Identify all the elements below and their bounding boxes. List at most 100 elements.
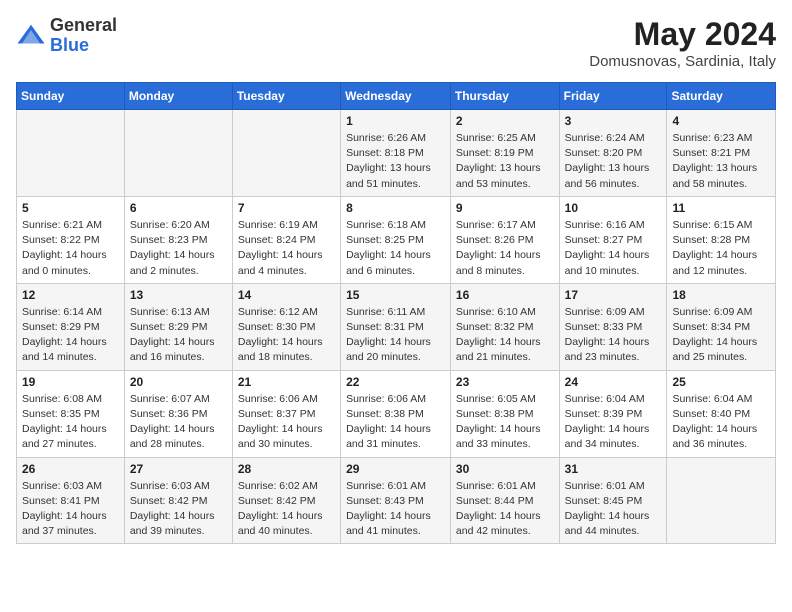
calendar-cell [124, 110, 232, 197]
day-info: Sunrise: 6:01 AM Sunset: 8:44 PM Dayligh… [456, 479, 554, 540]
calendar-cell: 30Sunrise: 6:01 AM Sunset: 8:44 PM Dayli… [450, 457, 559, 544]
calendar-cell: 23 Sunrise: 6:05 AM Sunset: 8:38 PM Dayli… [450, 370, 559, 457]
calendar-week-row: 5 Sunrise: 6:21 AM Sunset: 8:22 PM Daylig… [17, 196, 776, 283]
calendar-cell [667, 457, 776, 544]
day-info: Sunrise: 6:18 AM Sunset: 8:25 PM Dayligh… [346, 218, 445, 279]
calendar-cell: 22Sunrise: 6:06 AM Sunset: 8:38 PM Dayli… [341, 370, 451, 457]
calendar-cell [232, 110, 340, 197]
calendar-cell: 19Sunrise: 6:08 AM Sunset: 8:35 PM Dayli… [17, 370, 125, 457]
calendar-cell: 27 Sunrise: 6:03 AM Sunset: 8:42 PM Dayli… [124, 457, 232, 544]
day-info: Sunrise: 6:25 AM Sunset: 8:19 PM Dayligh… [456, 131, 554, 192]
calendar-cell: 11 Sunrise: 6:15 AM Sunset: 8:28 PM Dayli… [667, 196, 776, 283]
weekday-header: Wednesday [341, 83, 451, 110]
day-info: Sunrise: 6:15 AM Sunset: 8:28 PM Dayligh… [672, 218, 770, 279]
day-info: Sunrise: 6:23 AM Sunset: 8:21 PM Dayligh… [672, 131, 770, 192]
day-number: 15 [346, 288, 445, 302]
calendar-cell: 12 Sunrise: 6:14 AM Sunset: 8:29 PM Dayli… [17, 283, 125, 370]
logo-icon [16, 21, 46, 51]
day-info: Sunrise: 6:09 AM Sunset: 8:33 PM Dayligh… [565, 305, 662, 366]
day-info: Sunrise: 6:14 AM Sunset: 8:29 PM Dayligh… [22, 305, 119, 366]
calendar-cell: 5 Sunrise: 6:21 AM Sunset: 8:22 PM Daylig… [17, 196, 125, 283]
day-info: Sunrise: 6:04 AM Sunset: 8:39 PM Dayligh… [565, 392, 662, 453]
calendar-cell: 28 Sunrise: 6:02 AM Sunset: 8:42 PM Dayli… [232, 457, 340, 544]
day-number: 4 [672, 114, 770, 128]
title-month: May 2024 [589, 16, 776, 53]
calendar-week-row: 12 Sunrise: 6:14 AM Sunset: 8:29 PM Dayli… [17, 283, 776, 370]
day-info: Sunrise: 6:01 AM Sunset: 8:45 PM Dayligh… [565, 479, 662, 540]
day-number: 23 [456, 375, 554, 389]
calendar-cell: 31Sunrise: 6:01 AM Sunset: 8:45 PM Dayli… [559, 457, 667, 544]
day-info: Sunrise: 6:17 AM Sunset: 8:26 PM Dayligh… [456, 218, 554, 279]
calendar-cell: 3Sunrise: 6:24 AM Sunset: 8:20 PM Daylig… [559, 110, 667, 197]
day-number: 26 [22, 462, 119, 476]
calendar-cell: 9 Sunrise: 6:17 AM Sunset: 8:26 PM Daylig… [450, 196, 559, 283]
calendar-cell: 2 Sunrise: 6:25 AM Sunset: 8:19 PM Daylig… [450, 110, 559, 197]
day-info: Sunrise: 6:08 AM Sunset: 8:35 PM Dayligh… [22, 392, 119, 453]
calendar-cell: 20Sunrise: 6:07 AM Sunset: 8:36 PM Dayli… [124, 370, 232, 457]
calendar-table: SundayMondayTuesdayWednesdayThursdayFrid… [16, 82, 776, 544]
calendar-cell: 24Sunrise: 6:04 AM Sunset: 8:39 PM Dayli… [559, 370, 667, 457]
calendar-cell: 25Sunrise: 6:04 AM Sunset: 8:40 PM Dayli… [667, 370, 776, 457]
weekday-header-row: SundayMondayTuesdayWednesdayThursdayFrid… [17, 83, 776, 110]
day-number: 9 [456, 201, 554, 215]
day-number: 18 [672, 288, 770, 302]
day-info: Sunrise: 6:26 AM Sunset: 8:18 PM Dayligh… [346, 131, 445, 192]
logo: General Blue [16, 16, 117, 56]
day-info: Sunrise: 6:05 AM Sunset: 8:38 PM Dayligh… [456, 392, 554, 453]
title-location: Domusnovas, Sardinia, Italy [589, 53, 776, 70]
day-number: 27 [130, 462, 227, 476]
day-number: 14 [238, 288, 335, 302]
calendar-week-row: 26 Sunrise: 6:03 AM Sunset: 8:41 PM Dayli… [17, 457, 776, 544]
weekday-header: Saturday [667, 83, 776, 110]
weekday-header: Sunday [17, 83, 125, 110]
weekday-header: Monday [124, 83, 232, 110]
day-info: Sunrise: 6:03 AM Sunset: 8:41 PM Dayligh… [22, 479, 119, 540]
day-info: Sunrise: 6:13 AM Sunset: 8:29 PM Dayligh… [130, 305, 227, 366]
title-block: May 2024 Domusnovas, Sardinia, Italy [589, 16, 776, 70]
logo-text: General Blue [50, 16, 117, 56]
day-number: 20 [130, 375, 227, 389]
weekday-header: Tuesday [232, 83, 340, 110]
calendar-cell [17, 110, 125, 197]
day-number: 13 [130, 288, 227, 302]
calendar-cell: 29 Sunrise: 6:01 AM Sunset: 8:43 PM Dayli… [341, 457, 451, 544]
calendar-cell: 18 Sunrise: 6:09 AM Sunset: 8:34 PM Dayli… [667, 283, 776, 370]
day-number: 5 [22, 201, 119, 215]
day-info: Sunrise: 6:24 AM Sunset: 8:20 PM Dayligh… [565, 131, 662, 192]
calendar-cell: 7Sunrise: 6:19 AM Sunset: 8:24 PM Daylig… [232, 196, 340, 283]
day-info: Sunrise: 6:19 AM Sunset: 8:24 PM Dayligh… [238, 218, 335, 279]
calendar-cell: 13 Sunrise: 6:13 AM Sunset: 8:29 PM Dayli… [124, 283, 232, 370]
weekday-header: Thursday [450, 83, 559, 110]
calendar-cell: 1 Sunrise: 6:26 AM Sunset: 8:18 PM Daylig… [341, 110, 451, 197]
day-info: Sunrise: 6:12 AM Sunset: 8:30 PM Dayligh… [238, 305, 335, 366]
calendar-cell: 26 Sunrise: 6:03 AM Sunset: 8:41 PM Dayli… [17, 457, 125, 544]
calendar-cell: 17 Sunrise: 6:09 AM Sunset: 8:33 PM Dayli… [559, 283, 667, 370]
day-info: Sunrise: 6:16 AM Sunset: 8:27 PM Dayligh… [565, 218, 662, 279]
day-info: Sunrise: 6:09 AM Sunset: 8:34 PM Dayligh… [672, 305, 770, 366]
page-header: General Blue May 2024 Domusnovas, Sardin… [16, 16, 776, 70]
day-number: 8 [346, 201, 445, 215]
day-number: 17 [565, 288, 662, 302]
day-number: 28 [238, 462, 335, 476]
day-info: Sunrise: 6:06 AM Sunset: 8:37 PM Dayligh… [238, 392, 335, 453]
calendar-cell: 10Sunrise: 6:16 AM Sunset: 8:27 PM Dayli… [559, 196, 667, 283]
day-info: Sunrise: 6:11 AM Sunset: 8:31 PM Dayligh… [346, 305, 445, 366]
day-number: 1 [346, 114, 445, 128]
day-info: Sunrise: 6:20 AM Sunset: 8:23 PM Dayligh… [130, 218, 227, 279]
day-info: Sunrise: 6:01 AM Sunset: 8:43 PM Dayligh… [346, 479, 445, 540]
calendar-cell: 14 Sunrise: 6:12 AM Sunset: 8:30 PM Dayli… [232, 283, 340, 370]
day-number: 16 [456, 288, 554, 302]
day-info: Sunrise: 6:21 AM Sunset: 8:22 PM Dayligh… [22, 218, 119, 279]
day-info: Sunrise: 6:10 AM Sunset: 8:32 PM Dayligh… [456, 305, 554, 366]
day-number: 25 [672, 375, 770, 389]
day-number: 11 [672, 201, 770, 215]
day-number: 2 [456, 114, 554, 128]
day-info: Sunrise: 6:02 AM Sunset: 8:42 PM Dayligh… [238, 479, 335, 540]
weekday-header: Friday [559, 83, 667, 110]
day-info: Sunrise: 6:03 AM Sunset: 8:42 PM Dayligh… [130, 479, 227, 540]
calendar-cell: 6Sunrise: 6:20 AM Sunset: 8:23 PM Daylig… [124, 196, 232, 283]
day-number: 12 [22, 288, 119, 302]
day-number: 29 [346, 462, 445, 476]
logo-blue: Blue [50, 36, 117, 56]
calendar-cell: 15 Sunrise: 6:11 AM Sunset: 8:31 PM Dayli… [341, 283, 451, 370]
